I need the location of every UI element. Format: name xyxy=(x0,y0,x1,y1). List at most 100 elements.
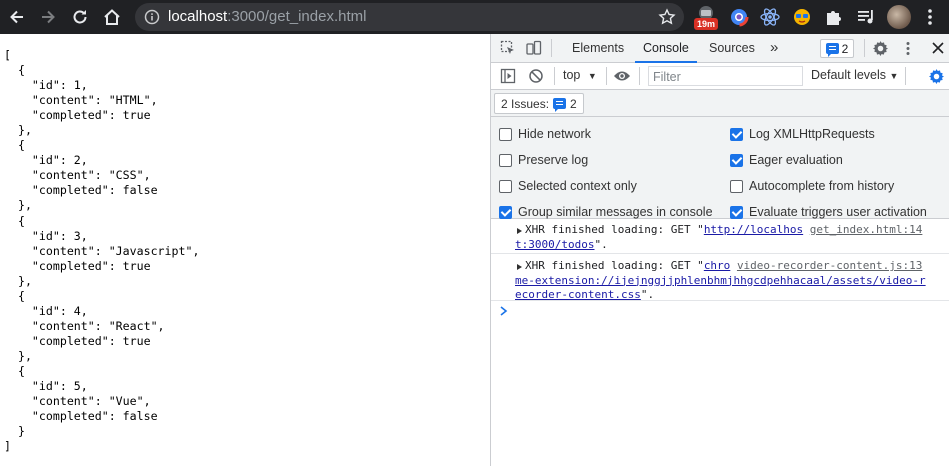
log-xhr-label: Log XMLHttpRequests xyxy=(749,127,875,141)
message-source-link[interactable]: get_index.html:14 xyxy=(810,223,923,236)
log-xhr-checkbox[interactable] xyxy=(730,127,743,141)
issues-button[interactable]: 2 Issues: 2 xyxy=(494,93,584,114)
message-suffix: ". xyxy=(640,288,655,301)
console-prompt-chevron-icon xyxy=(500,306,508,316)
filter-input[interactable]: Filter xyxy=(648,66,803,86)
console-message-text: XHR finished loading: GET "http://localh… xyxy=(525,223,925,238)
message-prefix: XHR finished loading: GET " xyxy=(525,223,704,236)
message-url-link-cont[interactable]: me-extension://ijejnggjjphlenbhmjhhgcdpe… xyxy=(515,274,926,302)
log-xhr-option[interactable]: Log XMLHttpRequests xyxy=(730,126,875,142)
hide-network-label: Hide network xyxy=(518,127,591,141)
group-similar-option[interactable]: Group similar messages in console xyxy=(499,204,713,220)
settings-gear-icon[interactable] xyxy=(872,40,889,57)
reload-button[interactable] xyxy=(68,5,92,29)
browser-toolbar: localhost:3000/get_index.html 19m xyxy=(0,0,949,34)
selected-context-label: Selected context only xyxy=(518,179,637,193)
tab-sources[interactable]: Sources xyxy=(709,34,755,62)
expand-triangle-icon[interactable] xyxy=(517,228,522,234)
preserve-log-option[interactable]: Preserve log xyxy=(499,152,588,168)
issues-counter-button[interactable]: 2 xyxy=(820,39,854,58)
autocomplete-option[interactable]: Autocomplete from history xyxy=(730,178,894,194)
home-icon xyxy=(104,9,120,25)
message-url-link[interactable]: http://localhos xyxy=(704,223,803,236)
hide-network-checkbox[interactable] xyxy=(499,127,512,141)
device-toolbar-icon[interactable] xyxy=(526,40,542,56)
address-bar[interactable]: localhost:3000/get_index.html xyxy=(135,3,684,31)
chevron-down-icon: ▼ xyxy=(889,71,899,81)
hide-network-option[interactable]: Hide network xyxy=(499,126,591,142)
autocomplete-label: Autocomplete from history xyxy=(749,179,895,193)
group-similar-checkbox[interactable] xyxy=(499,205,512,219)
home-button[interactable] xyxy=(100,5,124,29)
back-button[interactable] xyxy=(5,5,29,29)
tab-divider xyxy=(864,39,865,57)
bookmark-star-icon[interactable] xyxy=(658,8,676,26)
url-text[interactable]: localhost:3000/get_index.html xyxy=(168,8,366,25)
console-toolbar: top ▼ Filter Default levels ▼ xyxy=(491,63,949,90)
more-tabs-button[interactable]: » xyxy=(770,34,778,62)
tab-divider xyxy=(551,39,552,57)
browser-menu-icon[interactable] xyxy=(922,7,938,27)
inspect-element-icon[interactable] xyxy=(500,40,516,56)
issues-label: 2 Issues: xyxy=(501,96,550,111)
selected-context-checkbox[interactable] xyxy=(499,179,512,193)
issues-counter-value: 2 xyxy=(841,41,849,56)
message-url-link[interactable]: chro xyxy=(704,259,731,272)
forward-arrow-icon xyxy=(42,10,55,24)
devtools-panel: Elements Console Sources » 2 top ▼ Filte… xyxy=(490,34,949,466)
toolbar-divider xyxy=(639,67,640,85)
toolbar-divider xyxy=(554,67,555,85)
autocomplete-checkbox[interactable] xyxy=(730,179,743,193)
preserve-log-checkbox[interactable] xyxy=(499,153,512,167)
log-levels-dropdown[interactable]: Default levels ▼ xyxy=(811,68,898,82)
face-extension-icon[interactable] xyxy=(791,6,813,28)
forward-button[interactable] xyxy=(36,5,60,29)
json-response: [ { "id": 1, "content": "HTML", "complet… xyxy=(4,48,200,454)
message-url-link-cont[interactable]: t:3000/todos xyxy=(515,238,594,251)
eval-triggers-label: Evaluate triggers user activation xyxy=(749,205,927,219)
devtools-menu-icon[interactable] xyxy=(902,40,914,57)
eager-eval-option[interactable]: Eager evaluation xyxy=(730,152,843,168)
context-value: top xyxy=(563,68,581,82)
console-message-continuation: t:3000/todos". xyxy=(515,238,925,253)
toolbar-divider xyxy=(606,67,607,85)
message-prefix: XHR finished loading: GET " xyxy=(525,259,704,272)
group-similar-label: Group similar messages in console xyxy=(518,205,713,219)
eval-triggers-option[interactable]: Evaluate triggers user activation xyxy=(730,204,927,220)
console-output: XHR finished loading: GET "http://localh… xyxy=(491,219,949,466)
console-message-text: XHR finished loading: GET "chro video-re… xyxy=(525,259,925,274)
expand-triangle-icon[interactable] xyxy=(517,264,522,270)
close-icon[interactable] xyxy=(931,41,945,55)
profile-avatar[interactable] xyxy=(887,5,911,29)
eager-eval-checkbox[interactable] xyxy=(730,153,743,167)
url-path: :3000/get_index.html xyxy=(227,8,367,25)
info-icon[interactable] xyxy=(144,9,160,25)
message-source-link[interactable]: video-recorder-content.js:13 xyxy=(737,259,922,272)
react-devtools-icon[interactable] xyxy=(759,6,781,28)
back-arrow-icon xyxy=(10,10,23,24)
console-message-continuation: me-extension://ijejnggjjphlenbhmjhhgcdpe… xyxy=(515,274,929,303)
console-message: XHR finished loading: GET "http://localh… xyxy=(491,219,949,254)
media-controls-icon[interactable] xyxy=(855,6,877,28)
eager-eval-label: Eager evaluation xyxy=(749,153,843,167)
eval-triggers-checkbox[interactable] xyxy=(730,205,743,219)
extension-badge: 19m xyxy=(694,18,719,30)
context-selector[interactable]: top ▼ xyxy=(563,68,597,82)
extensions-puzzle-icon[interactable] xyxy=(823,6,845,28)
url-host: localhost xyxy=(168,8,228,25)
message-icon xyxy=(553,98,567,112)
issues-count: 2 xyxy=(570,96,577,111)
log-levels-value: Default levels xyxy=(811,68,887,82)
console-settings-gear-icon[interactable] xyxy=(928,68,945,85)
message-suffix: ". xyxy=(594,237,608,251)
clear-console-icon[interactable] xyxy=(528,68,544,84)
tab-console[interactable]: Console xyxy=(635,34,697,63)
color-picker-extension-icon[interactable] xyxy=(728,6,750,28)
live-expression-eye-icon[interactable] xyxy=(613,68,631,84)
reload-icon xyxy=(73,10,87,24)
console-message: XHR finished loading: GET "chro video-re… xyxy=(491,255,949,301)
show-sidebar-icon[interactable] xyxy=(500,68,516,84)
tab-elements[interactable]: Elements xyxy=(572,34,624,62)
selected-context-option[interactable]: Selected context only xyxy=(499,178,637,194)
page-viewport: [ { "id": 1, "content": "HTML", "complet… xyxy=(0,34,490,466)
